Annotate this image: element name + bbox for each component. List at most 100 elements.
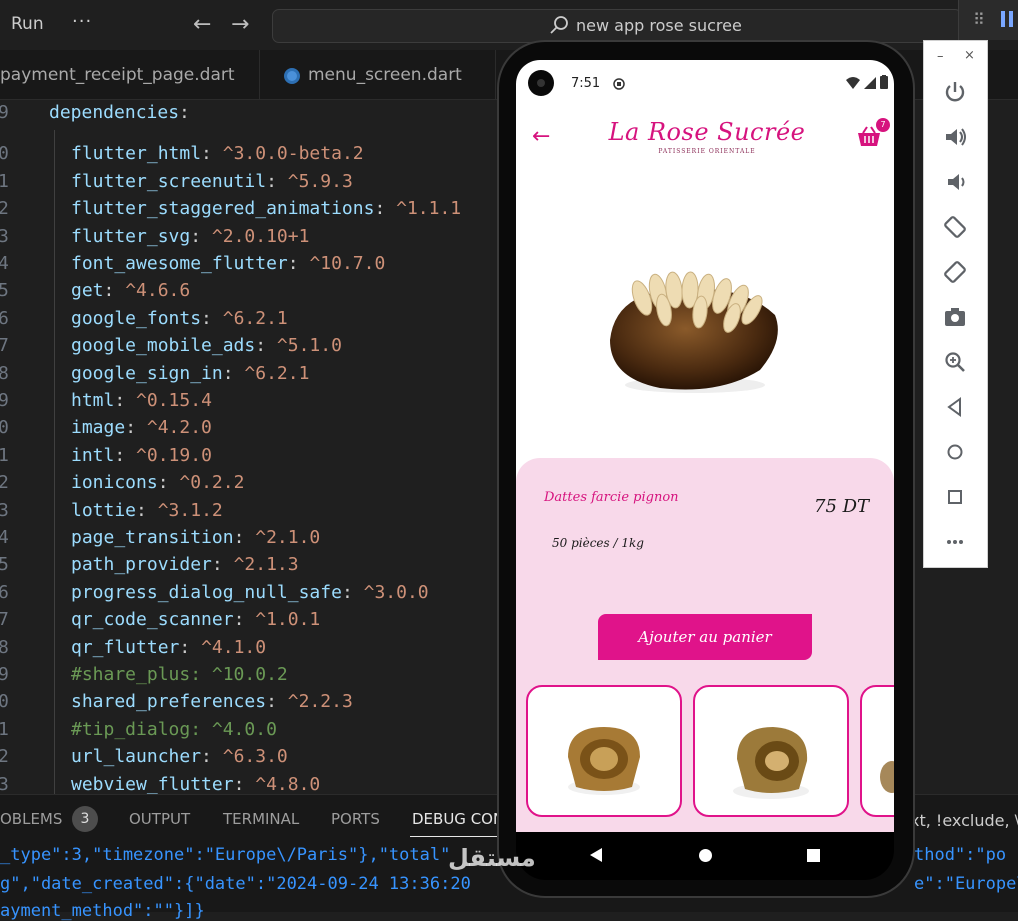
related-product-card[interactable] [693,685,849,817]
yaml-separator: : [233,773,256,794]
pastry-image [568,727,640,795]
close-button[interactable]: × [964,48,975,63]
code-text: dependencies: [49,102,190,123]
yaml-key: image [71,417,126,439]
search-text: new app rose sucree [576,16,742,35]
yaml-separator: : [201,307,223,329]
yaml-key: google_sign_in [71,362,223,384]
yaml-key: progress_dialog_null_safe [71,581,342,603]
line-number: 6 [0,307,9,329]
problems-count-badge: 3 [72,806,98,832]
line-number: 4 [0,527,9,548]
yaml-key: flutter_html [71,143,202,165]
code-text: path_provider: ^2.1.3 [71,554,299,575]
console-line: _type":3,"timezone":"Europe\/Paris"},"to… [0,845,451,865]
line-number: 8 [0,636,9,658]
minimize-button[interactable]: – [937,49,944,64]
status-bar: 7:51 [516,60,894,108]
code-text: progress_dialog_null_safe: ^3.0.0 [71,582,429,603]
yaml-key: flutter_svg [71,225,191,247]
yaml-key: lottie [71,499,137,521]
brand-logo: La Rose Sucrée PATISSERIE ORIENTALE [592,118,822,162]
more-menu-icon[interactable]: ··· [72,11,92,32]
code-text: flutter_screenutil: ^5.9.3 [71,171,353,192]
line-number: 1 [0,170,9,192]
rotate-left-icon[interactable] [941,213,969,241]
pastry-image [880,761,894,793]
yaml-value: ^5.9.3 [287,170,353,192]
tab-output[interactable]: OUTPUT [129,810,190,828]
tab-debug-console[interactable]: DEBUG CON [412,810,504,828]
console-line-right: e":"Europe\/ [914,874,1018,894]
code-text: shared_preferences: ^2.2.3 [71,691,353,712]
volume-down-icon[interactable] [941,168,969,196]
yaml-key: dependencies [49,102,180,123]
dart-file-icon [284,68,300,84]
code-text: google_fonts: ^6.2.1 [71,308,288,329]
zoom-icon[interactable] [941,348,969,376]
yaml-value: ^5.1.0 [276,335,342,357]
nav-recent-icon[interactable] [807,849,820,862]
tab-terminal[interactable]: TERMINAL [223,810,299,828]
pause-icon[interactable] [1001,11,1013,27]
yaml-value: ^1.0.1 [255,609,321,631]
yaml-key: page_transition [71,527,234,548]
run-menu[interactable]: Run [11,14,44,34]
yaml-value: ^6.2.1 [222,307,288,329]
tab-payment-receipt[interactable]: payment_receipt_page.dart [0,50,260,100]
nav-back-icon[interactable] [590,848,602,862]
back-icon[interactable] [941,393,969,421]
yaml-separator: : [201,143,223,165]
more-icon[interactable] [941,528,969,556]
line-number: 6 [0,581,9,603]
yaml-value: ^10.7.0 [309,253,386,274]
add-to-cart-button[interactable]: Ajouter au panier [598,614,812,660]
code-text: webview_flutter: ^4.8.0 [71,774,320,794]
code-text: qr_code_scanner: ^1.0.1 [71,609,320,630]
app-bar: ← La Rose Sucrée PATISSERIE ORIENTALE 7 [516,112,894,162]
yaml-separator: : [125,417,147,439]
back-arrow-icon[interactable]: ← [532,124,550,149]
code-text: image: ^4.2.0 [71,417,212,438]
console-line-right: thod":"po [914,845,1007,865]
tab-problems[interactable]: OBLEMS [0,810,62,828]
yaml-separator: : [211,554,234,576]
line-number: 2 [0,746,9,768]
yaml-value: ^3.0.0 [363,581,429,603]
yaml-separator: : [179,102,190,123]
front-camera [528,70,554,96]
yaml-key: html [71,390,115,411]
yaml-separator: : [233,527,256,548]
yaml-separator: : [179,636,202,658]
yaml-value: ^0.15.4 [136,390,212,411]
camera-icon[interactable] [941,303,969,331]
active-tab-indicator [410,836,502,837]
home-icon[interactable] [941,438,969,466]
yaml-separator: : [103,280,126,302]
power-icon[interactable] [941,78,969,106]
line-number: 0 [0,143,9,165]
nav-home-icon[interactable] [699,849,712,862]
yaml-value: ^0.19.0 [136,444,212,466]
tab-ports[interactable]: PORTS [331,810,380,828]
yaml-value: ^4.1.0 [201,636,267,658]
code-text: #share_plus: ^10.0.2 [71,664,288,685]
related-product-card[interactable] [526,685,682,817]
line-number: 8 [0,362,9,384]
yaml-separator: : [374,198,397,220]
volume-up-icon[interactable] [941,123,969,151]
yaml-value: ^2.1.3 [233,554,299,576]
overview-icon[interactable] [941,483,969,511]
yaml-separator: : [233,609,256,631]
yaml-value: ^3.1.2 [157,499,223,521]
related-product-card[interactable] [860,685,894,817]
forward-arrow-icon[interactable]: → [231,12,249,37]
code-editor[interactable]: 9 dependencies: 0 flutter_html: ^3.0.0-beta… [0,100,500,794]
logo-title: La Rose Sucrée [608,118,806,146]
drag-handle-icon[interactable]: ⠿ [973,10,985,29]
filter-input[interactable]: xt, !exclude, \ [910,811,1018,830]
yaml-key: intl [71,444,115,466]
yaml-separator: : [255,335,277,357]
back-arrow-icon[interactable]: ← [193,12,211,37]
rotate-right-icon[interactable] [941,258,969,286]
